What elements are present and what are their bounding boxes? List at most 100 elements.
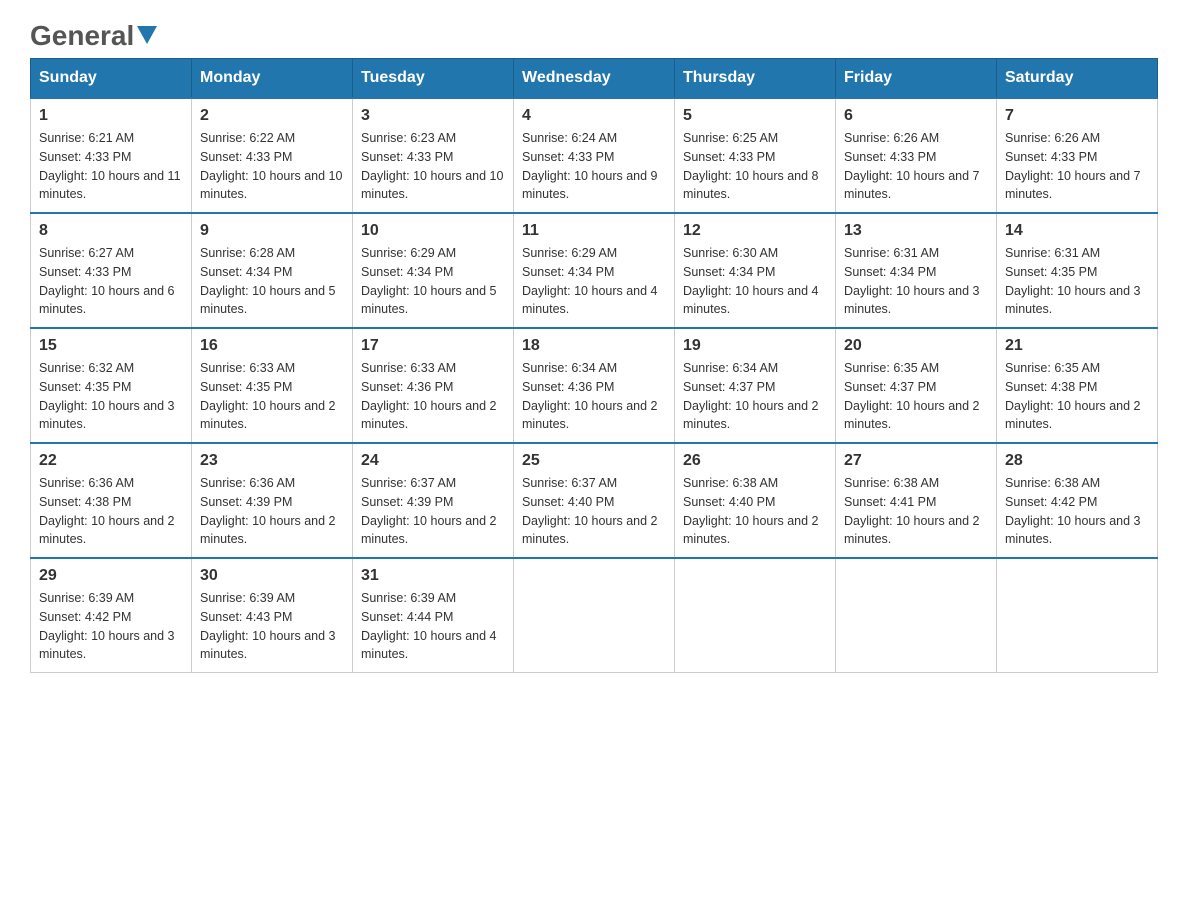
- calendar-day-cell: [997, 558, 1158, 673]
- sunset-value: 4:44 PM: [407, 610, 454, 624]
- calendar-day-cell: 12 Sunrise: 6:30 AM Sunset: 4:34 PM Dayl…: [675, 213, 836, 328]
- sunset-value: 4:36 PM: [568, 380, 615, 394]
- day-number: 19: [683, 337, 827, 355]
- calendar-day-cell: 21 Sunrise: 6:35 AM Sunset: 4:38 PM Dayl…: [997, 328, 1158, 443]
- sunset-value: 4:43 PM: [246, 610, 293, 624]
- sunrise-label: Sunrise:: [200, 476, 249, 490]
- sunrise-value: 6:28 AM: [249, 246, 295, 260]
- sunset-label: Sunset:: [39, 380, 85, 394]
- sunrise-value: 6:27 AM: [88, 246, 134, 260]
- day-number: 21: [1005, 337, 1149, 355]
- daylight-label: Daylight:: [200, 169, 252, 183]
- daylight-label: Daylight:: [844, 399, 896, 413]
- daylight-label: Daylight:: [683, 514, 735, 528]
- weekday-header-thursday: Thursday: [675, 59, 836, 99]
- day-number: 1: [39, 107, 183, 125]
- day-number: 31: [361, 567, 505, 585]
- calendar-day-cell: [514, 558, 675, 673]
- sunrise-label: Sunrise:: [683, 476, 732, 490]
- sunset-value: 4:33 PM: [568, 150, 615, 164]
- calendar-day-cell: [836, 558, 997, 673]
- day-number: 4: [522, 107, 666, 125]
- daylight-label: Daylight:: [361, 284, 413, 298]
- day-number: 28: [1005, 452, 1149, 470]
- daylight-label: Daylight:: [39, 169, 91, 183]
- sunrise-value: 6:38 AM: [893, 476, 939, 490]
- sunset-value: 4:40 PM: [568, 495, 615, 509]
- day-number: 20: [844, 337, 988, 355]
- sunset-label: Sunset:: [1005, 265, 1051, 279]
- day-number: 17: [361, 337, 505, 355]
- day-number: 22: [39, 452, 183, 470]
- sunrise-label: Sunrise:: [361, 361, 410, 375]
- sunset-value: 4:39 PM: [407, 495, 454, 509]
- sunset-value: 4:33 PM: [85, 150, 132, 164]
- sunset-label: Sunset:: [39, 265, 85, 279]
- daylight-label: Daylight:: [844, 284, 896, 298]
- daylight-label: Daylight:: [39, 399, 91, 413]
- day-info: Sunrise: 6:34 AM Sunset: 4:36 PM Dayligh…: [522, 359, 666, 434]
- day-number: 15: [39, 337, 183, 355]
- sunset-label: Sunset:: [361, 495, 407, 509]
- sunrise-value: 6:26 AM: [893, 131, 939, 145]
- sunrise-value: 6:38 AM: [732, 476, 778, 490]
- sunrise-value: 6:36 AM: [88, 476, 134, 490]
- sunrise-value: 6:24 AM: [571, 131, 617, 145]
- day-number: 2: [200, 107, 344, 125]
- sunrise-label: Sunrise:: [1005, 131, 1054, 145]
- sunrise-label: Sunrise:: [1005, 246, 1054, 260]
- sunset-label: Sunset:: [361, 265, 407, 279]
- calendar-day-cell: 18 Sunrise: 6:34 AM Sunset: 4:36 PM Dayl…: [514, 328, 675, 443]
- calendar-day-cell: 6 Sunrise: 6:26 AM Sunset: 4:33 PM Dayli…: [836, 98, 997, 213]
- daylight-label: Daylight:: [200, 399, 252, 413]
- day-number: 16: [200, 337, 344, 355]
- sunset-value: 4:41 PM: [890, 495, 937, 509]
- day-number: 26: [683, 452, 827, 470]
- day-number: 25: [522, 452, 666, 470]
- day-number: 18: [522, 337, 666, 355]
- calendar-day-cell: 14 Sunrise: 6:31 AM Sunset: 4:35 PM Dayl…: [997, 213, 1158, 328]
- sunrise-value: 6:39 AM: [88, 591, 134, 605]
- sunrise-label: Sunrise:: [39, 131, 88, 145]
- calendar-day-cell: 8 Sunrise: 6:27 AM Sunset: 4:33 PM Dayli…: [31, 213, 192, 328]
- sunset-value: 4:37 PM: [890, 380, 937, 394]
- day-number: 5: [683, 107, 827, 125]
- sunrise-value: 6:37 AM: [571, 476, 617, 490]
- sunset-label: Sunset:: [200, 380, 246, 394]
- sunrise-value: 6:29 AM: [410, 246, 456, 260]
- daylight-label: Daylight:: [522, 399, 574, 413]
- daylight-label: Daylight:: [844, 169, 896, 183]
- sunrise-value: 6:23 AM: [410, 131, 456, 145]
- sunset-value: 4:33 PM: [729, 150, 776, 164]
- sunset-value: 4:33 PM: [246, 150, 293, 164]
- day-info: Sunrise: 6:23 AM Sunset: 4:33 PM Dayligh…: [361, 129, 505, 204]
- sunrise-value: 6:29 AM: [571, 246, 617, 260]
- day-info: Sunrise: 6:26 AM Sunset: 4:33 PM Dayligh…: [844, 129, 988, 204]
- sunrise-label: Sunrise:: [522, 476, 571, 490]
- calendar-day-cell: 4 Sunrise: 6:24 AM Sunset: 4:33 PM Dayli…: [514, 98, 675, 213]
- sunset-label: Sunset:: [844, 265, 890, 279]
- calendar-day-cell: [675, 558, 836, 673]
- day-number: 29: [39, 567, 183, 585]
- day-info: Sunrise: 6:38 AM Sunset: 4:40 PM Dayligh…: [683, 474, 827, 549]
- logo: General: [30, 20, 157, 48]
- calendar-week-row: 29 Sunrise: 6:39 AM Sunset: 4:42 PM Dayl…: [31, 558, 1158, 673]
- calendar-day-cell: 28 Sunrise: 6:38 AM Sunset: 4:42 PM Dayl…: [997, 443, 1158, 558]
- calendar-day-cell: 20 Sunrise: 6:35 AM Sunset: 4:37 PM Dayl…: [836, 328, 997, 443]
- sunrise-value: 6:32 AM: [88, 361, 134, 375]
- sunset-value: 4:34 PM: [246, 265, 293, 279]
- sunset-label: Sunset:: [39, 150, 85, 164]
- sunrise-label: Sunrise:: [200, 246, 249, 260]
- calendar-day-cell: 13 Sunrise: 6:31 AM Sunset: 4:34 PM Dayl…: [836, 213, 997, 328]
- weekday-header-tuesday: Tuesday: [353, 59, 514, 99]
- calendar-day-cell: 3 Sunrise: 6:23 AM Sunset: 4:33 PM Dayli…: [353, 98, 514, 213]
- sunrise-value: 6:21 AM: [88, 131, 134, 145]
- day-info: Sunrise: 6:34 AM Sunset: 4:37 PM Dayligh…: [683, 359, 827, 434]
- sunset-value: 4:34 PM: [890, 265, 937, 279]
- daylight-label: Daylight:: [844, 514, 896, 528]
- calendar-table: SundayMondayTuesdayWednesdayThursdayFrid…: [30, 58, 1158, 673]
- sunrise-value: 6:36 AM: [249, 476, 295, 490]
- sunrise-label: Sunrise:: [683, 131, 732, 145]
- sunrise-label: Sunrise:: [361, 591, 410, 605]
- sunrise-value: 6:33 AM: [249, 361, 295, 375]
